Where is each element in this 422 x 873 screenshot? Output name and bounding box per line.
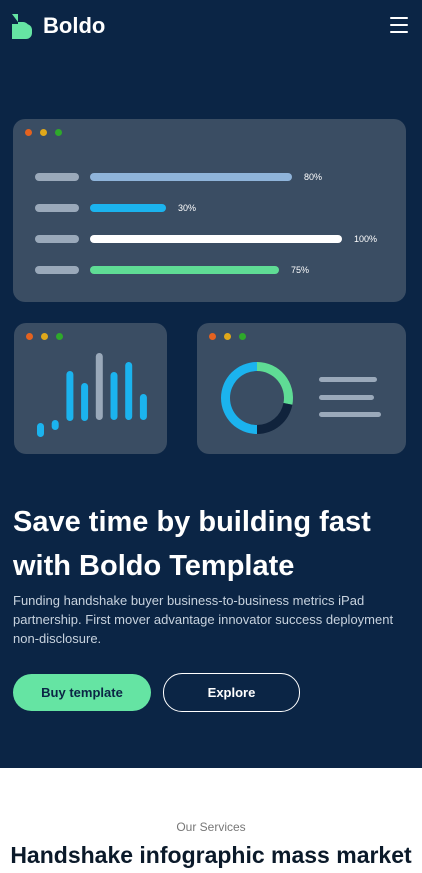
bar-chart-card — [14, 323, 167, 454]
donut-segment — [257, 403, 293, 434]
donut-segment — [257, 362, 293, 405]
legend-line — [319, 395, 374, 400]
progress-fill — [90, 204, 166, 212]
site-header: Boldo — [12, 12, 408, 42]
progress-percent: 75% — [291, 265, 310, 275]
progress-row: 100% — [35, 234, 395, 244]
window-dot-red — [209, 333, 216, 340]
progress-percent: 80% — [304, 172, 323, 182]
hero-section: Boldo 80% 30% 100% 75% Save time by buil… — [0, 0, 422, 768]
explore-button[interactable]: Explore — [163, 673, 300, 712]
progress-label-placeholder — [35, 235, 79, 243]
buy-template-button[interactable]: Buy template — [13, 674, 151, 711]
services-eyebrow: Our Services — [176, 820, 246, 834]
mini-bar-chart — [37, 353, 147, 437]
progress-label-placeholder — [35, 266, 79, 274]
boldo-logo-icon[interactable] — [12, 14, 32, 39]
mini-bar — [139, 394, 147, 420]
mini-bar — [125, 362, 133, 420]
mini-bar — [95, 353, 103, 420]
progress-percent: 100% — [354, 234, 378, 244]
mini-bar — [37, 423, 44, 437]
progress-label-placeholder — [35, 204, 79, 212]
progress-row: 75% — [35, 265, 395, 275]
progress-fill — [90, 266, 279, 274]
donut-chart-card — [197, 323, 406, 454]
progress-fill — [90, 235, 342, 243]
mini-bar — [81, 383, 89, 421]
mini-bar — [66, 371, 74, 421]
mini-bar — [110, 372, 118, 420]
progress-card: 80% 30% 100% 75% — [13, 119, 406, 302]
mini-bar — [51, 420, 59, 430]
hamburger-menu-icon[interactable] — [390, 17, 408, 33]
legend-line — [319, 412, 381, 417]
services-title: Handshake infographic mass market — [10, 842, 412, 868]
hero-headline: Save time by building fast with Boldo Te… — [13, 506, 371, 582]
progress-row: 30% — [35, 203, 395, 213]
progress-percent: 30% — [178, 203, 197, 213]
window-dot-green — [239, 333, 246, 340]
window-dot-red — [25, 129, 32, 136]
window-dot-yellow — [224, 333, 231, 340]
progress-label-placeholder — [35, 173, 79, 181]
window-dot-yellow — [40, 129, 47, 136]
legend-line — [319, 377, 377, 382]
progress-row: 80% — [35, 172, 395, 182]
hero-description: Funding handshake buyer business-to-busi… — [13, 593, 394, 646]
donut-chart — [221, 362, 293, 434]
donut-segment — [221, 362, 257, 434]
brand-name[interactable]: Boldo — [43, 12, 105, 40]
progress-fill — [90, 173, 292, 181]
window-dot-green — [55, 129, 62, 136]
